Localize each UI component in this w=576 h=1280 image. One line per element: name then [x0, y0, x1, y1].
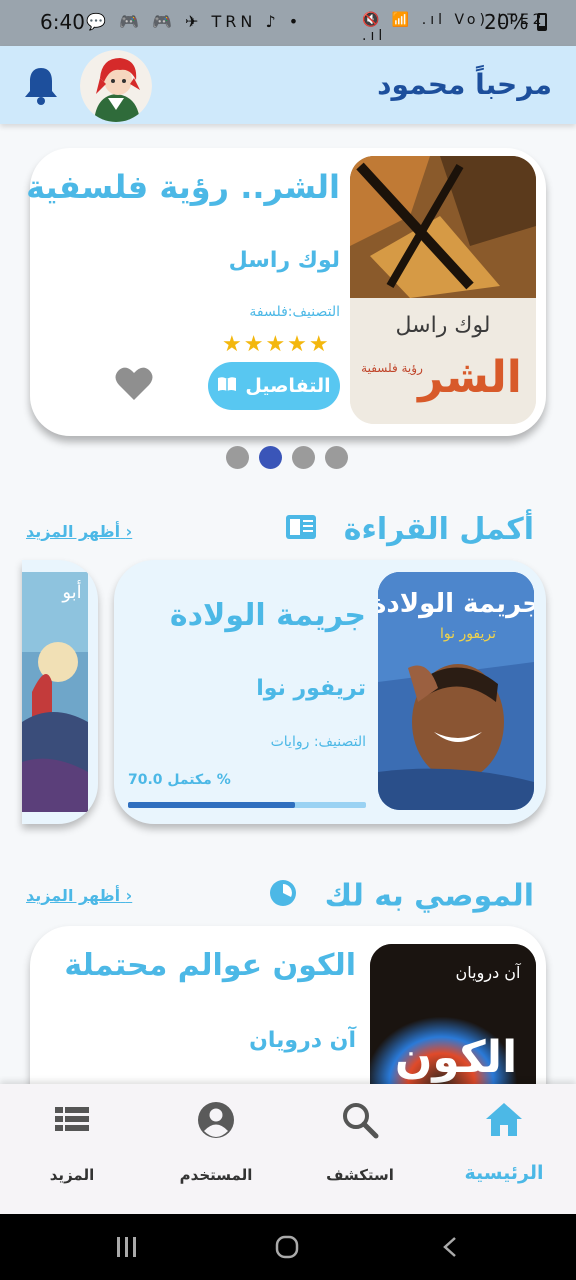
recommended-title: الموصي به لك	[324, 878, 534, 914]
avatar[interactable]	[80, 50, 152, 122]
nav-user[interactable]: المستخدم	[144, 1084, 288, 1214]
back-icon[interactable]	[440, 1236, 460, 1262]
featured-category: التصنيف:فلسفة	[249, 304, 340, 320]
carousel-dot-active[interactable]	[259, 446, 282, 469]
recommended-author: آن درويان	[249, 1028, 356, 1053]
continue-reading-header: أكمل القراءة	[285, 512, 534, 548]
cover-title-text: الشر	[416, 352, 522, 403]
user-circle-icon	[196, 1100, 236, 1140]
recommended-header: الموصي به لك	[268, 878, 534, 916]
cover-author-text: لوك راسل	[395, 313, 490, 338]
home-icon	[484, 1100, 524, 1140]
partial-cover-text: أبو	[61, 580, 81, 603]
cover-subtitle-text: رؤية فلسفية	[361, 361, 423, 376]
continue-title: جريمة الولادة	[169, 598, 366, 633]
recommended-see-more-link[interactable]: ‹ أظهر المزيد	[26, 886, 132, 905]
status-bar: 6:40 💬 🎮 🎮 ✈ TRN ♪ • 🔇 📶 .ıl Vo) LTE2 .ı…	[0, 0, 576, 46]
nav-home-label: الرئيسية	[464, 1162, 544, 1184]
rating-stars: ★★★★★	[222, 332, 331, 357]
continue-book-cover[interactable]: جريمة الولادة تريفور نوا	[378, 572, 534, 810]
carousel-dot[interactable]	[325, 446, 348, 469]
carousel-indicator	[226, 446, 352, 469]
nav-explore[interactable]: استكشف	[288, 1084, 432, 1214]
search-icon	[340, 1100, 380, 1140]
nav-home[interactable]: الرئيسية	[432, 1084, 576, 1214]
app-header: مرحباً محمود	[0, 46, 576, 124]
chevron-left-icon: ‹	[125, 522, 133, 541]
grid-list-icon	[52, 1100, 92, 1140]
cover-title-text: الكون	[395, 1032, 517, 1083]
featured-book-card[interactable]: لوك راسل الشر رؤية فلسفية الشر.. رؤية فل…	[26, 148, 546, 436]
continue-reading-card[interactable]: جريمة الولادة تريفور نوا جريمة الولادة ت…	[114, 560, 546, 824]
bell-icon[interactable]	[20, 64, 62, 106]
reading-progress-fill	[128, 802, 295, 808]
featured-book-cover[interactable]: لوك راسل الشر رؤية فلسفية	[350, 156, 536, 424]
nav-user-label: المستخدم	[179, 1166, 253, 1184]
carousel-dot[interactable]	[226, 446, 249, 469]
battery-icon	[536, 13, 547, 31]
nav-more[interactable]: المزيد	[0, 1084, 144, 1214]
notification-icons: 💬 🎮 🎮 ✈ TRN ♪ •	[86, 12, 303, 31]
progress-label: مكتمل 70.0 %	[128, 772, 231, 788]
nav-explore-label: استكشف	[326, 1166, 394, 1184]
details-button[interactable]: التفاصيل	[208, 362, 340, 410]
featured-author: لوك راسل	[228, 248, 340, 273]
continue-see-more-link[interactable]: ‹ أظهر المزيد	[26, 522, 132, 541]
greeting-text: مرحباً محمود	[377, 68, 552, 101]
partial-book-cover: أبو	[22, 572, 88, 812]
carousel-dot[interactable]	[292, 446, 315, 469]
recent-apps-icon[interactable]	[116, 1236, 138, 1262]
pie-clock-icon	[268, 878, 298, 916]
reader-icon	[285, 513, 317, 548]
home-circle-icon[interactable]	[275, 1235, 299, 1263]
continue-category: التصنيف: روايات	[270, 734, 366, 750]
details-label: التفاصيل	[245, 375, 331, 397]
chevron-left-icon: ‹	[125, 886, 133, 905]
battery-level: 20%	[484, 10, 547, 34]
continue-reading-title: أكمل القراءة	[343, 512, 534, 547]
bottom-navigation: الرئيسية استكشف المستخدم المزيد	[0, 1084, 576, 1214]
favorite-heart-icon[interactable]	[114, 366, 154, 402]
system-navigation-bar	[0, 1214, 576, 1280]
continue-reading-card-partial[interactable]: أبو	[22, 560, 98, 824]
reading-progress-bar	[128, 802, 366, 808]
cover-author-text: تريفور نوا	[440, 626, 496, 642]
book-icon	[217, 375, 237, 397]
featured-title: الشر.. رؤية فلسفية	[26, 168, 340, 206]
continue-author: تريفور نوا	[256, 676, 366, 701]
cover-author-text: آن درويان	[456, 963, 522, 983]
recommended-title-text: الكون عوالم محتملة	[64, 948, 356, 983]
nav-more-label: المزيد	[49, 1166, 95, 1184]
cover-title-text: جريمة الولادة	[378, 589, 534, 619]
status-time: 6:40	[40, 10, 85, 34]
